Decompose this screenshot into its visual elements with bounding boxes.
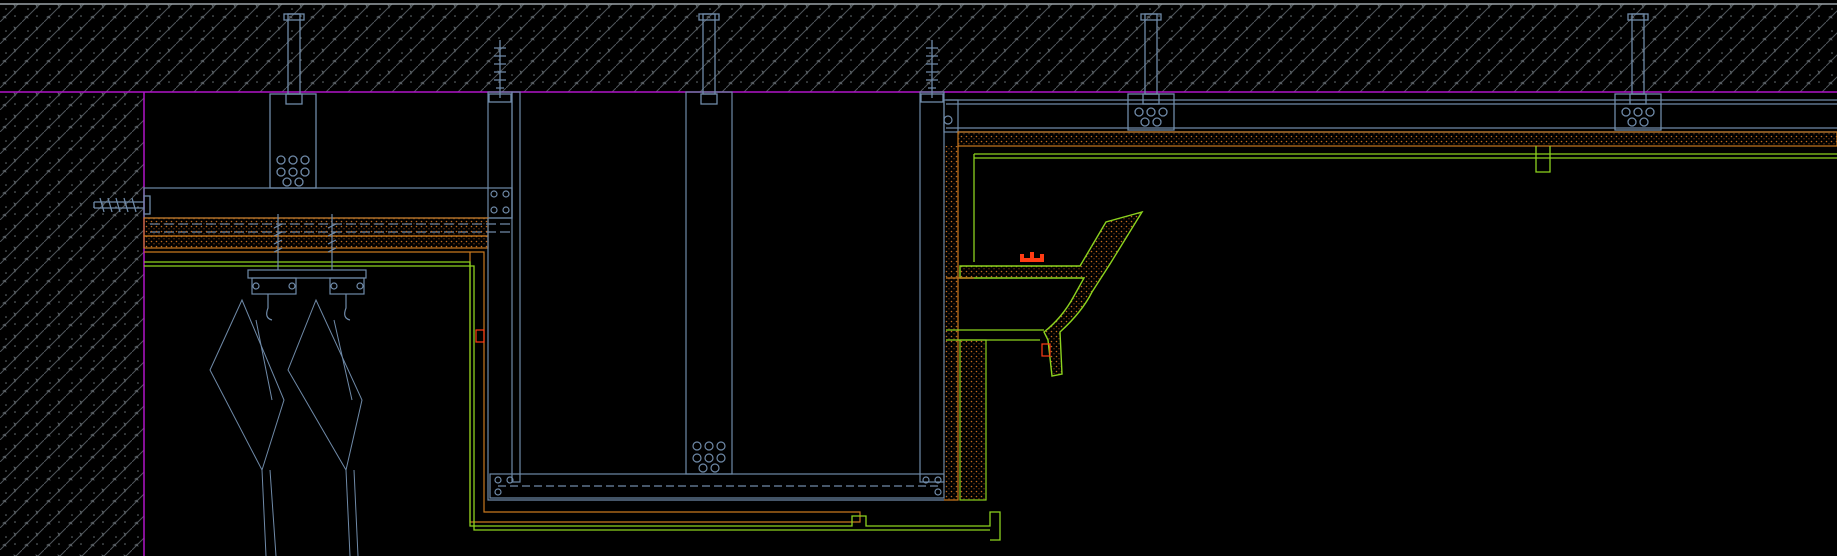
right-board-layer — [944, 131, 1837, 501]
concrete-slab — [0, 3, 1837, 92]
runner-channel — [143, 91, 513, 233]
central-frame — [487, 91, 945, 501]
concrete-wall — [0, 92, 144, 556]
cad-drawing — [0, 3, 1837, 556]
gypsum-board-layer — [143, 217, 861, 523]
led-strip — [1020, 252, 1044, 262]
right-runner-channel — [943, 99, 1837, 133]
curtain-fabric — [209, 298, 363, 556]
